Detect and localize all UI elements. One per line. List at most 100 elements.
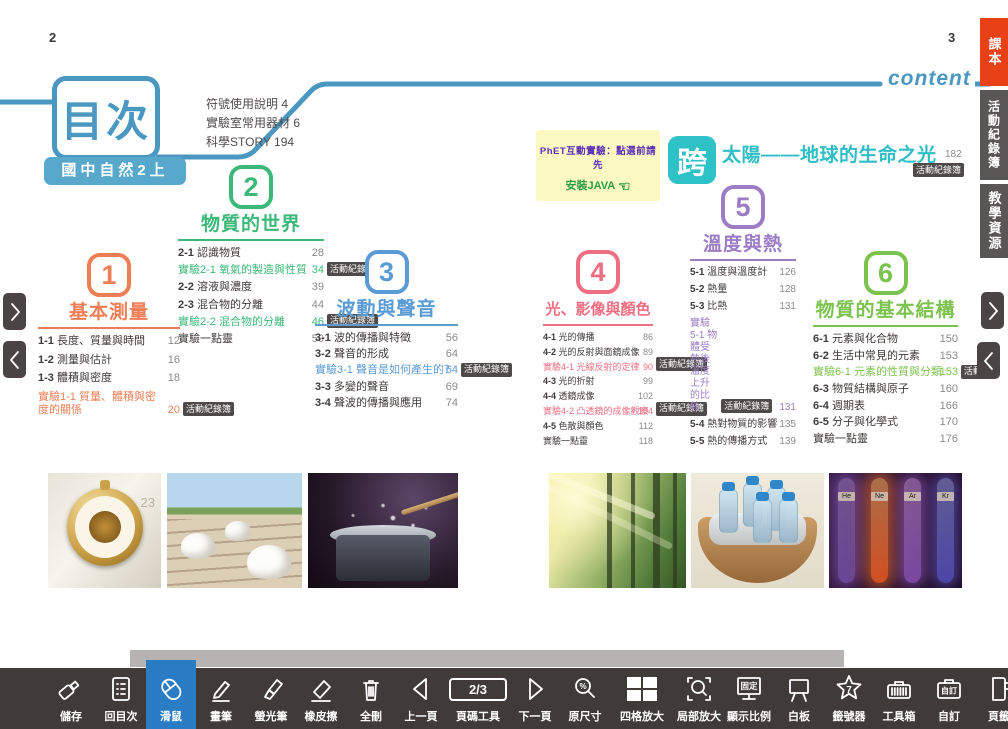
- toc-item-page: 128: [779, 284, 796, 296]
- toc-item[interactable]: 3-3 多變的聲音69: [315, 381, 458, 394]
- cross-unit-title[interactable]: 太陽——地球的生命之光: [722, 140, 937, 167]
- toc-item[interactable]: 1-3 體積與密度18: [38, 372, 180, 385]
- toc-item[interactable]: 實驗5-1 物體受熱後溫度上升的比較活動紀錄簿131: [690, 318, 796, 414]
- toc-item[interactable]: 4-2 光的反射與面鏡成像89: [543, 347, 653, 358]
- page-number-tool[interactable]: 2/3 頁碼工具: [446, 668, 510, 729]
- toc-item-page: 135: [779, 419, 796, 431]
- save-button[interactable]: 儲存: [46, 668, 96, 729]
- toc-item-label: 4-2 光的反射與面鏡成像: [543, 347, 639, 358]
- chapter-underline: [543, 324, 653, 326]
- toc-item[interactable]: 3-2 聲音的形成64: [315, 348, 458, 361]
- toc-item[interactable]: 1-1 長度、質量與時間12: [38, 335, 180, 348]
- toc-item-label: 實驗一點靈: [813, 433, 936, 446]
- whiteboard-button[interactable]: 白板: [774, 668, 824, 729]
- toc-item-page: 86: [643, 332, 653, 343]
- toc-item[interactable]: 5-5 熱的傳播方式139: [690, 436, 796, 448]
- toc-item[interactable]: 4-3 光的折射99: [543, 376, 653, 387]
- gas-label: He: [838, 492, 855, 501]
- nav-forward-right-button[interactable]: [981, 292, 1004, 329]
- photo-salt-fields: [167, 473, 302, 588]
- toolbar-label: 橡皮擦: [305, 708, 338, 724]
- toc-item[interactable]: 實驗6-1 元素的性質與分類153活動紀: [813, 366, 958, 379]
- toc-item[interactable]: 實驗一點靈118: [543, 436, 653, 447]
- photo-pocket-watch: 23: [48, 473, 161, 588]
- toc-item[interactable]: 2-1 認識物質28: [178, 247, 324, 260]
- toc-item[interactable]: 4-1 光的傳播86: [543, 332, 653, 343]
- toc-item[interactable]: 1-2 測量與估計16: [38, 354, 180, 367]
- toc-item[interactable]: 3-1 波的傳播與特徵56: [315, 332, 458, 345]
- salt-mound: [181, 533, 215, 559]
- custom-case-icon: 自訂: [934, 673, 964, 705]
- toc-item[interactable]: 6-1 元素與化合物150: [813, 333, 958, 346]
- nav-back-right-button[interactable]: [977, 342, 1000, 379]
- toc-item[interactable]: 3-4 聲波的傳播與應用74: [315, 397, 458, 410]
- toc-item[interactable]: 實驗2-2 混合物的分離46活動紀錄簿: [178, 316, 324, 329]
- toc-item[interactable]: 4-4 透鏡成像102: [543, 391, 653, 402]
- page-tab-button[interactable]: 頁籤: [974, 668, 1008, 729]
- previous-page-button[interactable]: 上一頁: [396, 668, 446, 729]
- activity-notebook-badge[interactable]: 活動紀錄簿: [183, 402, 234, 416]
- toc-item[interactable]: 6-4 週期表166: [813, 400, 958, 413]
- custom-button[interactable]: 自訂 自訂: [924, 668, 974, 729]
- activity-notebook-badge[interactable]: 活動紀錄簿: [461, 363, 512, 377]
- toc-item-page: 170: [940, 416, 958, 429]
- toc-item[interactable]: 實驗4-2 凸透鏡的成像觀察104活動紀錄簿: [543, 406, 653, 417]
- toc-item[interactable]: 實驗1-1 質量、體積與密度的關係20活動紀錄簿: [38, 391, 180, 417]
- quad-zoom-button[interactable]: 四格放大: [610, 668, 674, 729]
- toc-item-page: 20: [168, 404, 180, 417]
- activity-notebook-badge[interactable]: 活動紀錄簿: [913, 163, 964, 177]
- original-size-button[interactable]: % 四格放大 原尺寸: [560, 668, 610, 729]
- toolbox-button[interactable]: 工具箱: [874, 668, 924, 729]
- pen-tool-button[interactable]: 畫筆: [196, 668, 246, 729]
- toc-item-page: 131: [779, 301, 796, 313]
- toolbar-label: 全刪: [360, 708, 382, 724]
- chapter-number-badge: 6: [864, 251, 908, 295]
- highlighter-tool-button[interactable]: 螢光筆: [246, 668, 296, 729]
- back-to-toc-button[interactable]: 回目次: [96, 668, 146, 729]
- toc-item[interactable]: 5-2 熱量128: [690, 284, 796, 296]
- chapter-number-badge: 2: [229, 165, 273, 209]
- toc-item-page: 69: [446, 381, 458, 394]
- toc-item[interactable]: 2-3 混合物的分離44: [178, 299, 324, 312]
- toc-item[interactable]: 實驗一點靈176: [813, 433, 958, 446]
- tree-trunk: [653, 473, 660, 588]
- nav-back-left-button[interactable]: [3, 341, 26, 378]
- tab-textbook[interactable]: 課本: [980, 18, 1008, 86]
- region-zoom-button[interactable]: 局部放大: [674, 668, 724, 729]
- toc-item[interactable]: 5-3 比熱131: [690, 301, 796, 313]
- watch-core: [89, 511, 121, 543]
- toc-item[interactable]: 2-2 溶液與濃度39: [178, 281, 324, 294]
- toc-item-label: 2-3 混合物的分離: [178, 299, 308, 312]
- toc-item[interactable]: 5-1 溫度與溫度計126: [690, 267, 796, 279]
- toc-item[interactable]: 實驗一點靈50: [178, 333, 324, 346]
- tab-activity-notebook[interactable]: 活動紀錄簿: [980, 90, 1008, 180]
- page-indicator[interactable]: 2/3: [449, 678, 507, 701]
- mouse-tool-button[interactable]: 滑鼠: [146, 660, 196, 729]
- toc-item[interactable]: 實驗4-1 光線反射的定律90活動紀錄簿: [543, 362, 653, 373]
- next-page-button[interactable]: 下一頁: [510, 668, 560, 729]
- horizontal-scrollbar[interactable]: [130, 650, 844, 667]
- toc-item[interactable]: 6-2 生活中常見的元素153: [813, 350, 958, 363]
- toc-item[interactable]: 4-5 色散與顏色112: [543, 421, 653, 432]
- display-scale-button[interactable]: 固定 顯示比例: [724, 668, 774, 729]
- toolbar-label: 螢光筆: [255, 708, 288, 724]
- toc-item[interactable]: 實驗2-1 氧氣的製造與性質34活動紀錄簿: [178, 264, 324, 277]
- toc-item[interactable]: 6-5 分子與化學式170: [813, 416, 958, 429]
- prev-page-icon: [406, 673, 436, 705]
- eraser-tool-button[interactable]: 橡皮擦: [296, 668, 346, 729]
- toolbar-label: 下一頁: [519, 708, 552, 724]
- toc-item-page: 64: [446, 364, 458, 377]
- whiteboard-icon: [784, 673, 814, 705]
- toc-item[interactable]: 5-4 熱對物質的影響135: [690, 419, 796, 431]
- right-page-number: 3: [948, 30, 955, 45]
- tree-trunk: [607, 473, 612, 588]
- nav-forward-left-button[interactable]: [3, 293, 26, 330]
- delete-all-button[interactable]: 全刪: [346, 668, 396, 729]
- number-picker-button[interactable]: 7 籤號器: [824, 668, 874, 729]
- toc-item[interactable]: 6-3 物質結構與原子160: [813, 383, 958, 396]
- tab-teaching-resources[interactable]: 教學資源: [980, 184, 1008, 258]
- toc-item-page: 153: [940, 350, 958, 363]
- svg-text:自訂: 自訂: [941, 686, 957, 696]
- toc-item[interactable]: 實驗3-1 聲音是如何產生的？64活動紀錄簿: [315, 364, 458, 377]
- activity-notebook-badge[interactable]: 活動紀錄簿: [721, 399, 772, 413]
